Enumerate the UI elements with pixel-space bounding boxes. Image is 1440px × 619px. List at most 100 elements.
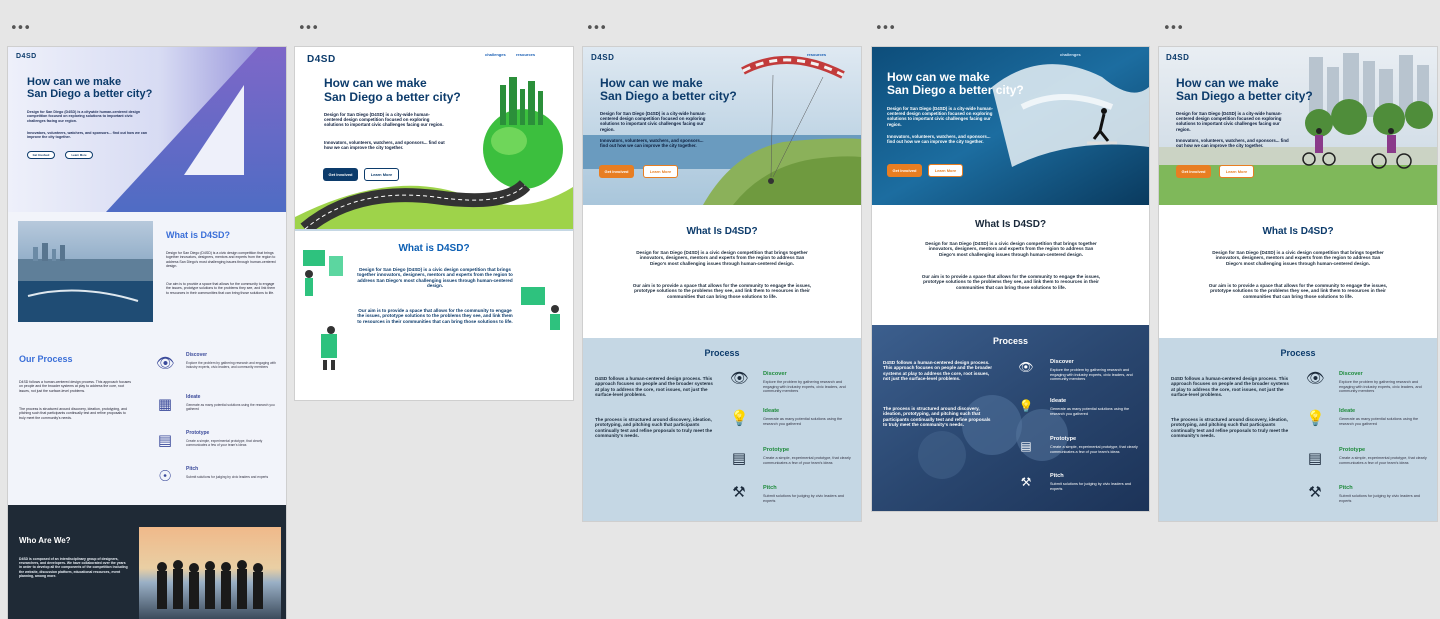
about-title: What Is D4SD?	[974, 219, 1047, 230]
hero-title-line-2: San Diego a better city?	[600, 89, 737, 103]
process-title: Process	[1280, 348, 1316, 358]
get-involved-button[interactable]: Get Involved	[887, 164, 922, 177]
get-involved-button[interactable]: Get Involved	[599, 165, 634, 178]
tools-icon: ⚒	[1308, 483, 1322, 501]
frame-menu-dots[interactable]: •••	[298, 22, 319, 35]
frame-menu-dots[interactable]: •••	[1163, 22, 1184, 35]
hero-call-to-action: Innovators, volunteers, watchers, and sp…	[600, 138, 704, 149]
process-title: Process	[704, 348, 740, 358]
section-divider	[295, 229, 573, 231]
prototype-icon: ▤	[731, 449, 747, 467]
get-involved-button[interactable]: Get Involved	[27, 151, 55, 159]
logo[interactable]: D4SD	[307, 54, 336, 65]
hero-title-line-2: San Diego a better city?	[887, 83, 1024, 97]
hero-title-line-1: How can we make	[324, 76, 427, 90]
process-paragraph-1: D4SD follows a human-centered design pro…	[595, 376, 713, 398]
eye-icon: 👁	[156, 354, 176, 372]
process-title: Our Process	[19, 354, 73, 364]
lightbulb-icon: ▦	[157, 395, 173, 413]
tools-icon: ☉	[158, 467, 172, 485]
artboard-4: challenges How can we make San Diego a b…	[872, 47, 1149, 511]
artboard-1: D4SD How can we make San Diego a better …	[8, 47, 286, 619]
nav-resources-link[interactable]: resources	[516, 52, 535, 57]
get-involved-button[interactable]: Get Involved	[1176, 165, 1211, 178]
about-paragraph-1: Design for San Diego (D4SD) is a civic d…	[357, 267, 513, 289]
step-pitch-desc: Submit solutions for judging by civic le…	[1339, 494, 1421, 503]
step-ideate-desc: Generate as many potential solutions usi…	[1339, 417, 1419, 426]
step-prototype-title: Prototype	[763, 447, 790, 453]
artboard-3: D4SD resources How can we make San Diego…	[583, 47, 861, 521]
nav-challenges-link[interactable]: challenges	[485, 52, 506, 57]
nav-challenges-link[interactable]: challenges	[1060, 52, 1081, 57]
step-discover-title: Discover	[1050, 359, 1074, 365]
learn-more-button[interactable]: Learn More	[643, 165, 678, 178]
hero-graphic	[8, 47, 286, 212]
step-ideate-desc: Generate as many potential solutions usi…	[1050, 407, 1130, 416]
san-diego-skyline-image	[18, 221, 153, 322]
process-paragraph-2: The process is structured around discove…	[19, 407, 127, 420]
artboard-2: D4SD challenges resources How can we mak…	[295, 47, 573, 400]
tools-icon: ⚒	[732, 483, 746, 501]
step-pitch-title: Pitch	[1339, 485, 1353, 491]
step-pitch-desc: Submit solutions for judging by civic le…	[763, 494, 845, 503]
step-discover-desc: Explore the problem by gathering researc…	[763, 380, 846, 394]
eye-icon: 👁	[1018, 360, 1034, 374]
hero-call-to-action: Innovators, volunteers, watchers, and sp…	[27, 131, 148, 140]
about-title: What Is D4SD?	[686, 226, 758, 237]
logo[interactable]: D4SD	[591, 53, 614, 62]
about-paragraph-1: Design for San Diego (D4SD) is a civic d…	[925, 241, 1097, 257]
step-pitch-desc: Submit solutions for judging by civic le…	[1050, 482, 1132, 491]
step-prototype-title: Prototype	[1050, 436, 1077, 442]
step-prototype-title: Prototype	[1339, 447, 1366, 453]
frame-menu-dots[interactable]: •••	[10, 22, 31, 35]
step-pitch-title: Pitch	[186, 466, 199, 472]
people-illustration-left	[303, 250, 343, 370]
hero-call-to-action: Innovators, volunteers, watchers, and sp…	[887, 134, 991, 145]
step-prototype-desc: Create a simple, experimental prototype,…	[186, 439, 263, 447]
step-pitch-title: Pitch	[1050, 473, 1064, 479]
about-paragraph-1: Design for San Diego (D4SD) is a civic d…	[166, 251, 276, 268]
step-discover-title: Discover	[763, 371, 787, 377]
frame-menu-dots[interactable]: •••	[875, 22, 896, 35]
step-prototype-desc: Create a simple, experimental prototype,…	[763, 456, 851, 465]
step-discover-desc: Explore the problem by gathering researc…	[1339, 380, 1422, 394]
about-paragraph-2: Our aim is to provide a space that allow…	[166, 282, 276, 295]
about-title: What Is D4SD?	[1262, 226, 1334, 237]
hero-description: Design for San Diego (D4SD) is a city-wi…	[1176, 111, 1282, 132]
step-pitch-title: Pitch	[763, 485, 777, 491]
step-discover-desc: Explore the problem by gathering researc…	[1050, 368, 1133, 382]
process-paragraph-1: D4SD follows a human-centered design pro…	[883, 360, 992, 382]
step-ideate-title: Ideate	[186, 394, 201, 400]
learn-more-button[interactable]: Learn More	[1219, 165, 1254, 178]
hero-description: Design for San Diego (D4SD) is a city-wi…	[600, 111, 706, 132]
logo[interactable]: D4SD	[16, 53, 37, 60]
frame-menu-dots[interactable]: •••	[586, 22, 607, 35]
hero-description: Design for San Diego (D4SD) is a city-wi…	[324, 112, 444, 128]
get-involved-button[interactable]: Get Involved	[323, 168, 358, 181]
process-paragraph-1: D4SD follows a human-centered design pro…	[1171, 376, 1289, 398]
step-pitch-desc: Submit solutions for judging by civic le…	[186, 475, 269, 479]
learn-more-button[interactable]: Learn More	[364, 168, 399, 181]
learn-more-button[interactable]: Learn More	[65, 151, 93, 159]
step-ideate-desc: Generate as many potential solutions usi…	[763, 417, 843, 426]
about-paragraph-2: Our aim is to provide a space that allow…	[921, 274, 1101, 290]
step-ideate-title: Ideate	[1050, 398, 1067, 404]
step-ideate-desc: Generate as many potential solutions usi…	[186, 403, 275, 411]
eye-icon: 👁	[730, 369, 750, 387]
who-paragraph: D4SD is composed of an interdisciplinary…	[19, 557, 128, 578]
process-paragraph-1: D4SD follows a human-centered design pro…	[19, 380, 131, 393]
learn-more-button[interactable]: Learn More	[928, 164, 963, 177]
hero-description: Design for San Diego (D4SD) is a citywid…	[27, 110, 141, 123]
step-discover-desc: Explore the problem by gathering researc…	[186, 361, 276, 369]
logo[interactable]: D4SD	[1166, 53, 1189, 62]
lightbulb-icon: 💡	[1018, 399, 1034, 413]
step-prototype-desc: Create a simple, experimental prototype,…	[1339, 456, 1427, 465]
hero-call-to-action: Innovators, volunteers, watchers, and sp…	[1176, 138, 1289, 149]
eye-icon: 👁	[1306, 369, 1326, 387]
about-paragraph-2: Our aim is to provide a space that allow…	[1208, 283, 1388, 299]
artboard-5: D4SD How can we make San Diego a better …	[1159, 47, 1437, 521]
nav-resources-link[interactable]: resources	[807, 52, 826, 57]
lightbulb-icon: 💡	[1306, 409, 1325, 427]
hero-call-to-action: Innovators, volunteers, watchers, and sp…	[324, 140, 445, 151]
tools-icon: ⚒	[1020, 475, 1032, 489]
